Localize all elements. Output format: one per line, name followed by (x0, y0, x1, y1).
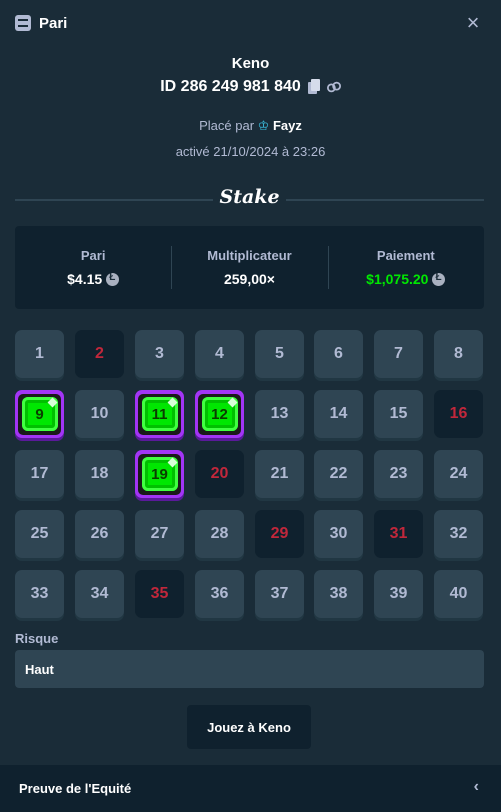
fairness-footer[interactable]: Preuve de l'Equité ‹ (0, 765, 501, 812)
divider-right (286, 199, 484, 201)
close-icon[interactable]: × (463, 12, 483, 34)
link-icon[interactable] (326, 79, 341, 95)
keno-tile-32[interactable]: 32 (434, 510, 483, 558)
keno-tile-8[interactable]: 8 (434, 330, 483, 378)
divider-left (15, 199, 213, 201)
keno-tile-20[interactable]: 20 (195, 450, 244, 498)
copy-icon[interactable] (307, 79, 321, 95)
gem-tile-frame: 11 (138, 393, 181, 435)
keno-tile-35[interactable]: 35 (135, 570, 184, 618)
bet-value: $4.15 (67, 271, 103, 287)
payout-value: $1,075.20 (366, 271, 429, 287)
gem-icon: 12 (201, 397, 238, 431)
keno-tile-30[interactable]: 30 (314, 510, 363, 558)
keno-tile-17[interactable]: 17 (15, 450, 64, 498)
keno-tile-16[interactable]: 16 (434, 390, 483, 438)
keno-tile-13[interactable]: 13 (255, 390, 304, 438)
keno-tile-28[interactable]: 28 (195, 510, 244, 558)
keno-tile-10[interactable]: 10 (75, 390, 124, 438)
keno-tile-6[interactable]: 6 (314, 330, 363, 378)
keno-tile-25[interactable]: 25 (15, 510, 64, 558)
vip-icon: ♔ (257, 118, 270, 133)
keno-tile-29[interactable]: 29 (255, 510, 304, 558)
gem-tile-frame: 9 (18, 393, 61, 435)
bet-summary: Pari $4.15 Multiplicateur 259,00× Paieme… (15, 226, 484, 309)
multiplier-value: 259,00× (223, 271, 275, 287)
keno-tile-22[interactable]: 22 (314, 450, 363, 498)
keno-tile-9[interactable]: 9 (15, 390, 64, 438)
keno-tile-34[interactable]: 34 (75, 570, 124, 618)
keno-grid: 1 2 3 4 5 6 7 8 9 10 11 12 13 14 15 16 17 18 19 20 21 22 23 24 2… (15, 330, 484, 618)
fairness-label: Preuve de l'Equité (19, 781, 132, 796)
keno-tile-26[interactable]: 26 (75, 510, 124, 558)
keno-tile-33[interactable]: 33 (15, 570, 64, 618)
bet-label: Pari (80, 248, 106, 263)
multiplier-label: Multiplicateur (207, 248, 292, 263)
litecoin-icon (106, 272, 120, 286)
keno-tile-23[interactable]: 23 (374, 450, 423, 498)
keno-tile-2[interactable]: 2 (75, 330, 124, 378)
keno-tile-37[interactable]: 37 (255, 570, 304, 618)
game-name: Keno (231, 55, 270, 72)
risk-label: Risque (15, 631, 59, 646)
risk-select[interactable]: Haut (15, 650, 484, 688)
summary-payout: Paiement $1,075.20 (327, 226, 484, 309)
gem-icon: 19 (141, 457, 178, 491)
activated-date: activé 21/10/2024 à 23:26 (175, 144, 326, 159)
litecoin-icon (432, 272, 446, 286)
keno-tile-7[interactable]: 7 (374, 330, 423, 378)
gem-icon: 11 (141, 397, 178, 431)
keno-tile-3[interactable]: 3 (135, 330, 184, 378)
keno-tile-24[interactable]: 24 (434, 450, 483, 498)
gem-tile-frame: 12 (198, 393, 241, 435)
chevron-left-icon[interactable]: ‹ (474, 778, 479, 796)
gem-icon: 9 (21, 397, 58, 431)
keno-tile-21[interactable]: 21 (255, 450, 304, 498)
payout-amount: $1,075.20 (366, 271, 446, 287)
keno-tile-39[interactable]: 39 (374, 570, 423, 618)
keno-tile-18[interactable]: 18 (75, 450, 124, 498)
keno-tile-19[interactable]: 19 (135, 450, 184, 498)
keno-tile-40[interactable]: 40 (434, 570, 483, 618)
summary-bet: Pari $4.15 (15, 226, 171, 309)
summary-multiplier: Multiplicateur 259,00× (171, 226, 327, 309)
bet-amount: $4.15 (67, 271, 120, 287)
keno-tile-15[interactable]: 15 (374, 390, 423, 438)
gem-tile-frame: 19 (138, 453, 181, 495)
bet-id-row: ID 286 249 981 840 (0, 78, 501, 96)
modal-title: Pari (39, 14, 68, 32)
keno-tile-11[interactable]: 11 (135, 390, 184, 438)
bet-id: ID 286 249 981 840 (160, 78, 301, 95)
username[interactable]: Fayz (273, 118, 302, 133)
keno-tile-4[interactable]: 4 (195, 330, 244, 378)
keno-tile-12[interactable]: 12 (195, 390, 244, 438)
keno-tile-38[interactable]: 38 (314, 570, 363, 618)
payout-label: Paiement (376, 248, 435, 263)
keno-tile-27[interactable]: 27 (135, 510, 184, 558)
brand-logo: Stake (219, 186, 280, 208)
keno-tile-31[interactable]: 31 (374, 510, 423, 558)
placed-by-label: Placé par (199, 118, 255, 133)
keno-tile-14[interactable]: 14 (314, 390, 363, 438)
keno-tile-36[interactable]: 36 (195, 570, 244, 618)
play-keno-button[interactable]: Jouez à Keno (187, 705, 311, 749)
keno-tile-1[interactable]: 1 (15, 330, 64, 378)
bet-slip-icon (15, 15, 31, 31)
placed-by: Placé par ♔ Fayz (0, 118, 501, 134)
keno-tile-5[interactable]: 5 (255, 330, 304, 378)
modal-header: Pari × (0, 0, 501, 46)
